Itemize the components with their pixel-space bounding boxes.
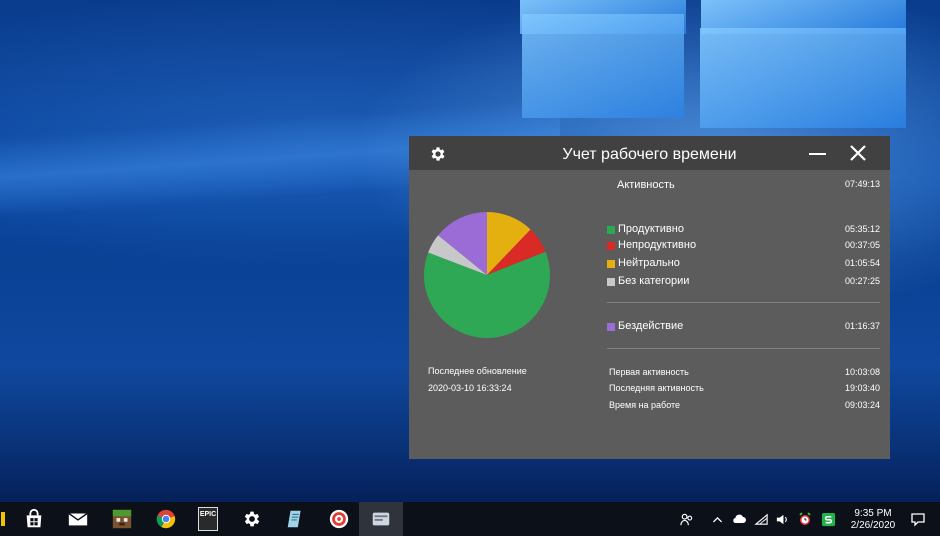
wifi-icon[interactable] [753,511,769,527]
volume-icon[interactable] [774,511,790,527]
mail-icon[interactable] [66,507,90,531]
category-value: 01:05:54 [844,258,880,268]
last-activity-value: 19:03:40 [844,383,880,393]
legend-swatch [607,242,615,250]
divider [607,302,880,303]
category-row-idle: Бездействие 01:16:37 [607,320,880,336]
notes-icon[interactable] [284,507,308,531]
legend-swatch [607,323,615,331]
last-activity-label: Последняя активность [609,383,704,393]
divider [607,348,880,349]
settings-gear-icon[interactable] [429,145,447,163]
category-row-unproductive: Непродуктивно 00:37:05 [607,239,880,255]
category-value: 00:27:25 [844,276,880,286]
window-pane [522,14,684,118]
activity-total: 07:49:13 [844,179,880,189]
category-value: 05:35:12 [844,224,880,234]
window-titlebar[interactable]: Учет рабочего времени [409,136,890,170]
people-icon[interactable] [678,511,694,527]
time-tracker-icon[interactable] [369,507,393,531]
start-edge[interactable] [0,507,6,531]
legend-swatch [607,226,615,234]
last-update-value: 2020-03-10 16:33:24 [428,383,512,393]
category-row-productive: Продуктивно 05:35:12 [607,223,880,239]
activity-pie-chart [424,212,550,338]
window-pane [700,28,906,128]
epic-games-icon[interactable]: EPIC [196,507,220,531]
epic-games-label: EPIC [198,507,218,531]
time-at-work-row: Время на работе 09:03:24 [609,400,880,414]
category-label: Без категории [618,275,690,287]
taskbar-clock[interactable]: 9:35 PM 2/26/2020 [840,508,906,532]
idle-label: Бездействие [618,320,684,332]
activity-heading: Активность [617,179,675,191]
minecraft-icon[interactable] [110,507,134,531]
clock-time: 9:35 PM [854,508,892,519]
settings-icon[interactable] [240,507,264,531]
notification-icon[interactable] [910,511,926,527]
cloud-icon[interactable] [731,511,747,527]
minimize-button[interactable] [807,144,829,164]
category-row-uncategorized: Без категории 00:27:25 [607,275,880,291]
legend-swatch [607,278,615,286]
idle-value: 01:16:37 [844,321,880,331]
first-activity-value: 10:03:08 [844,367,880,377]
app-s-icon[interactable] [820,511,836,527]
last-activity-row: Последняя активность 19:03:40 [609,383,880,397]
category-value: 00:37:05 [844,240,880,250]
time-at-work-value: 09:03:24 [844,400,880,410]
close-icon [850,145,866,161]
close-button[interactable] [849,144,871,164]
legend-swatch [607,260,615,268]
store-icon[interactable] [22,507,46,531]
category-row-neutral: Нейтрально 01:05:54 [607,257,880,273]
chevron-up-icon[interactable] [709,511,725,527]
app-red-icon[interactable] [327,507,351,531]
category-label: Продуктивно [618,223,684,235]
chrome-icon[interactable] [154,507,178,531]
time-tracker-window: Учет рабочего времени Последнее обновлен… [409,136,890,459]
first-activity-label: Первая активность [609,367,689,377]
category-label: Нейтрально [618,257,680,269]
clock-date: 2/26/2020 [850,520,896,531]
last-update-label: Последнее обновление [428,366,527,376]
alarm-icon[interactable] [797,511,813,527]
time-at-work-label: Время на работе [609,400,681,410]
category-label: Непродуктивно [618,239,697,251]
first-activity-row: Первая активность 10:03:08 [609,367,880,381]
taskbar: EPIC 9:35 PM 2/26/2020 [0,502,940,536]
minimize-icon [809,153,826,155]
